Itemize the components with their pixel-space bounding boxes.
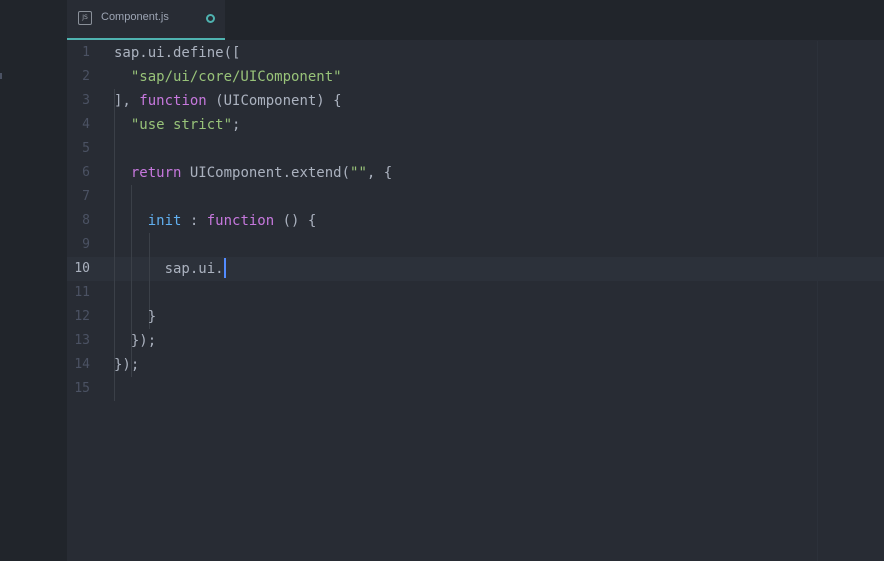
code-line[interactable]: 1 sap.ui.define([ (67, 41, 884, 65)
line-number: 12 (74, 309, 90, 324)
line-number: 15 (74, 381, 90, 396)
code-text: ], function (UIComponent) { (114, 89, 342, 113)
code-token-plain: }); (114, 333, 157, 349)
code-text: return UIComponent.extend("", { (114, 161, 392, 185)
tree-view-panel (0, 0, 67, 561)
code-line[interactable]: 10 sap.ui. (67, 257, 884, 281)
line-number: 5 (82, 141, 90, 156)
line-number: 8 (82, 213, 90, 228)
text-cursor (223, 257, 226, 278)
code-line[interactable]: 7 (67, 185, 884, 209)
code-line[interactable]: 2 "sap/ui/core/UIComponent" (67, 65, 884, 89)
line-number: 6 (82, 165, 90, 180)
code-line[interactable]: 4 "use strict"; (67, 113, 884, 137)
code-text: } (114, 305, 156, 329)
code-text: }); (114, 353, 139, 377)
code-token-keyword: function (206, 213, 275, 229)
tree-view-edge-marker (0, 73, 2, 79)
line-number: 4 (82, 117, 90, 132)
line-number: 10 (74, 261, 90, 276)
code-token-keyword: function (139, 93, 207, 109)
code-line[interactable]: 6 return UIComponent.extend("", { (67, 161, 884, 185)
code-text: "use strict"; (114, 113, 241, 137)
code-token-plain: }); (114, 357, 140, 373)
code-editor[interactable]: 1 sap.ui.define([ 2 "sap/ui/core/UICompone… (67, 41, 884, 561)
line-number: 11 (74, 285, 90, 300)
code-text: }); (114, 329, 156, 353)
code-token-plain: sap.ui. (114, 261, 224, 277)
code-token-plain: (UIComponent) { (206, 93, 342, 109)
code-line[interactable]: 12 } (67, 305, 884, 329)
line-number: 3 (82, 93, 90, 108)
code-token-plain: } (114, 309, 157, 325)
code-token-plain: ], (114, 93, 140, 109)
code-text: sap.ui.define([ (114, 41, 240, 65)
line-number: 14 (74, 357, 90, 372)
tab-bar: JS Component.js (67, 0, 884, 40)
code-line[interactable]: 13 }); (67, 329, 884, 353)
code-token-plain: () { (274, 213, 317, 229)
code-line[interactable]: 9 (67, 233, 884, 257)
code-token-keyword: return (130, 165, 182, 181)
code-token-plain: : (181, 213, 207, 229)
code-token-string: "" (350, 165, 367, 181)
code-line[interactable]: 14}); (67, 353, 884, 377)
code-line[interactable]: 8 init : function () { (67, 209, 884, 233)
code-token-prop: init (147, 213, 182, 229)
line-number: 7 (82, 189, 90, 204)
tab-component-js[interactable]: JS Component.js (67, 0, 225, 40)
line-number: 1 (82, 45, 90, 60)
code-token-plain: , { (366, 165, 393, 181)
line-number: 13 (74, 333, 90, 348)
line-number: 2 (82, 69, 90, 84)
tab-title: Component.js (101, 11, 169, 23)
code-token-plain: sap.ui.define([ (114, 45, 241, 61)
code-line[interactable]: 3], function (UIComponent) { (67, 89, 884, 113)
code-line[interactable]: 11 (67, 281, 884, 305)
line-number: 9 (82, 237, 90, 252)
code-token-string: "sap/ui/core/UIComponent" (130, 69, 342, 85)
code-token-string: "use strict" (130, 117, 233, 133)
code-text: sap.ui. (114, 257, 226, 281)
code-text: init : function () { (114, 209, 317, 233)
code-line[interactable]: 15 (67, 377, 884, 401)
code-token-plain: UIComponent.extend( (181, 165, 351, 181)
code-line[interactable]: 5 (67, 137, 884, 161)
modified-indicator-icon[interactable] (206, 14, 215, 23)
code-token-plain: ; (232, 117, 241, 133)
code-text: "sap/ui/core/UIComponent" (114, 65, 342, 89)
javascript-file-icon: JS (78, 11, 92, 25)
